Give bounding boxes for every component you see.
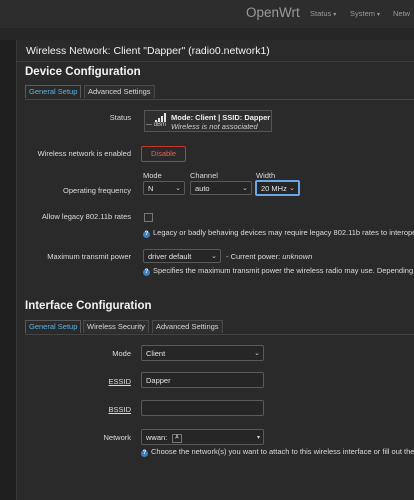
device-config-tabs: General Setup Advanced Settings: [25, 85, 414, 100]
chevron-down-icon: ⌄: [254, 350, 260, 357]
chevron-down-icon: ⌄: [289, 185, 295, 192]
interface-config-heading: Interface Configuration: [25, 300, 152, 312]
status-box: — dBm Mode: Client | SSID: Dapper Wirele…: [144, 110, 272, 132]
signal-icon: [155, 113, 166, 122]
chevron-down-icon: ⌄: [175, 185, 181, 192]
signal-dbm: — dBm: [146, 122, 167, 128]
nav-network[interactable]: Netw: [393, 9, 410, 18]
tab-wireless-security[interactable]: Wireless Security: [83, 320, 149, 333]
chevron-down-icon: ⌄: [242, 185, 248, 192]
legacy-help: ? Legacy or badly behaving devices may re…: [143, 228, 414, 238]
help-icon: ?: [141, 450, 148, 457]
network-wifi-icon: ᴬ: [172, 434, 182, 443]
nav-system[interactable]: System ▾: [350, 9, 380, 18]
nav-status[interactable]: Status ▾: [310, 9, 336, 18]
frequency-label: Operating frequency: [63, 186, 131, 195]
page-backdrop: [0, 28, 414, 40]
legacy-rates-checkbox[interactable]: [144, 213, 153, 222]
tab-advanced-settings[interactable]: Advanced Settings: [84, 85, 155, 98]
width-field-label: Width: [256, 171, 276, 180]
divider: [17, 61, 414, 62]
network-help: ? Choose the network(s) you want to attac…: [141, 447, 414, 457]
bssid-label: BSSID: [108, 405, 131, 414]
interface-config-tabs: General Setup Wireless Security Advanced…: [25, 320, 414, 335]
essid-input[interactable]: Dapper: [141, 372, 264, 388]
enabled-label: Wireless network is enabled: [37, 149, 131, 158]
tab-advanced-settings[interactable]: Advanced Settings: [152, 320, 223, 333]
width-select[interactable]: 20 MHz ⌄: [255, 180, 300, 196]
chevron-down-icon: ▾: [256, 435, 260, 441]
tab-general-setup[interactable]: General Setup: [25, 85, 82, 98]
mode-label: Mode: [112, 349, 131, 358]
network-label: Network: [103, 433, 131, 442]
help-icon: ?: [143, 231, 150, 238]
txpower-label: Maximum transmit power: [47, 252, 131, 261]
txpower-select[interactable]: driver default ⌄: [143, 249, 221, 263]
status-mode-ssid: Mode: Client | SSID: Dapper: [171, 113, 271, 122]
network-select[interactable]: wwan: ᴬ ▾: [141, 429, 264, 445]
disable-button[interactable]: Disable: [141, 146, 186, 162]
status-association: Wireless is not associated: [171, 122, 258, 131]
bssid-input[interactable]: [141, 400, 264, 416]
status-label: Status: [109, 113, 131, 122]
mode-field-label: Mode: [143, 171, 162, 180]
essid-label: ESSID: [108, 377, 131, 386]
iface-mode-select[interactable]: Client ⌄: [141, 345, 264, 361]
device-config-heading: Device Configuration: [25, 66, 141, 78]
wireless-modal: Wireless Network: Client "Dapper" (radio…: [16, 40, 414, 500]
legacy-label: Allow legacy 802.11b rates: [41, 212, 131, 221]
help-icon: ?: [143, 269, 150, 276]
chevron-down-icon: ⌄: [211, 253, 217, 260]
channel-field-label: Channel: [190, 171, 218, 180]
tab-general-setup[interactable]: General Setup: [25, 320, 82, 333]
mode-select[interactable]: N ⌄: [143, 181, 185, 195]
channel-select[interactable]: auto ⌄: [190, 181, 252, 195]
modal-title: Wireless Network: Client "Dapper" (radio…: [26, 45, 270, 57]
top-nav-bar: OpenWrt Status ▾ System ▾ Netw: [0, 0, 414, 28]
txpower-help: ? Specifies the maximum transmit power th…: [143, 266, 414, 276]
brand-logo[interactable]: OpenWrt: [246, 5, 300, 20]
current-power: - Current power: unknown: [226, 252, 313, 261]
